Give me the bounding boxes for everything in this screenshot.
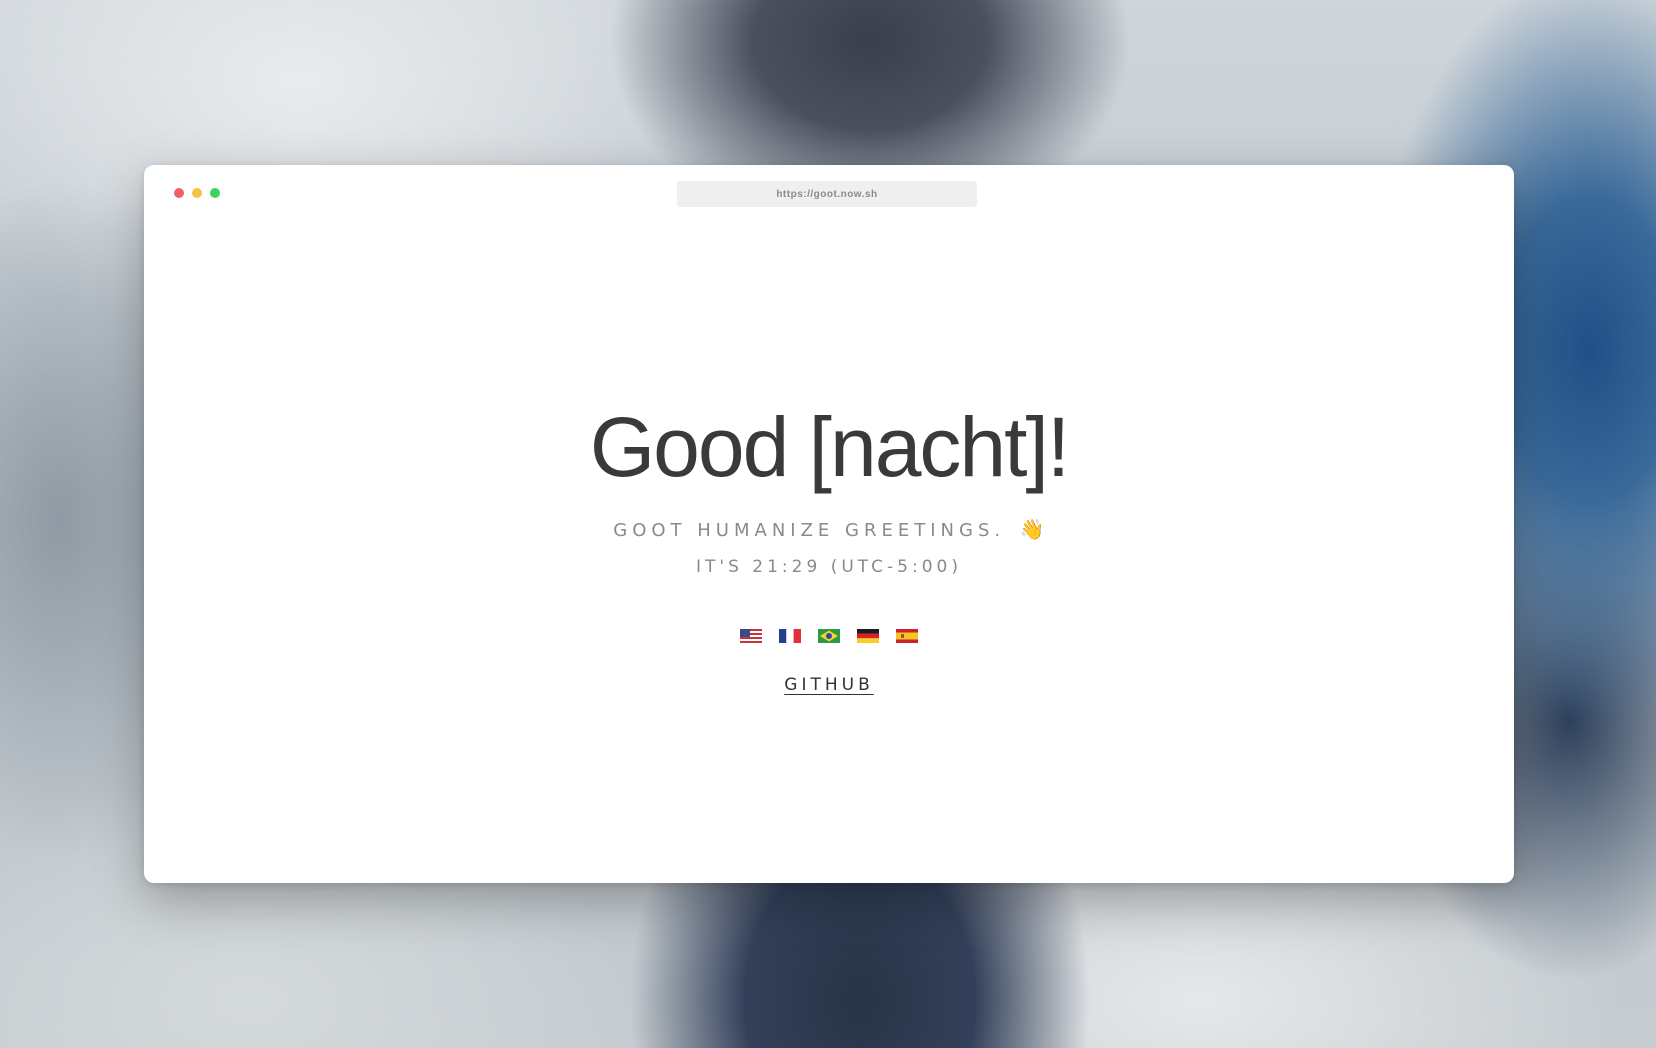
address-bar-url: https://goot.now.sh: [776, 188, 878, 200]
flag-us-icon[interactable]: [740, 629, 762, 643]
address-bar[interactable]: https://goot.now.sh: [677, 181, 977, 207]
language-switcher: [144, 629, 1514, 643]
github-link[interactable]: GITHUB: [784, 675, 873, 695]
tagline-text: GOOT HUMANIZE GREETINGS.: [613, 520, 1006, 541]
close-window-button[interactable]: [174, 188, 184, 198]
maximize-window-button[interactable]: [210, 188, 220, 198]
flag-br-icon[interactable]: [818, 629, 840, 643]
flag-fr-icon[interactable]: [779, 629, 801, 643]
current-time-text: IT'S 21:29 (UTC-5:00): [696, 557, 962, 577]
tagline: GOOT HUMANIZE GREETINGS. 👋: [144, 517, 1514, 541]
greeting-title: Good [nacht]!: [589, 400, 1070, 494]
flag-de-icon[interactable]: [857, 629, 879, 643]
flag-es-icon[interactable]: [896, 629, 918, 643]
desktop-background: { "browser": { "url": "https://goot.now.…: [0, 0, 1656, 1048]
waving-hand-icon: 👋: [1019, 517, 1045, 541]
minimize-window-button[interactable]: [192, 188, 202, 198]
browser-window: https://goot.now.sh Good [nacht]! GOOT H…: [144, 165, 1514, 883]
window-controls: [174, 188, 220, 198]
page-content: Good [nacht]! GOOT HUMANIZE GREETINGS. 👋…: [144, 405, 1514, 695]
